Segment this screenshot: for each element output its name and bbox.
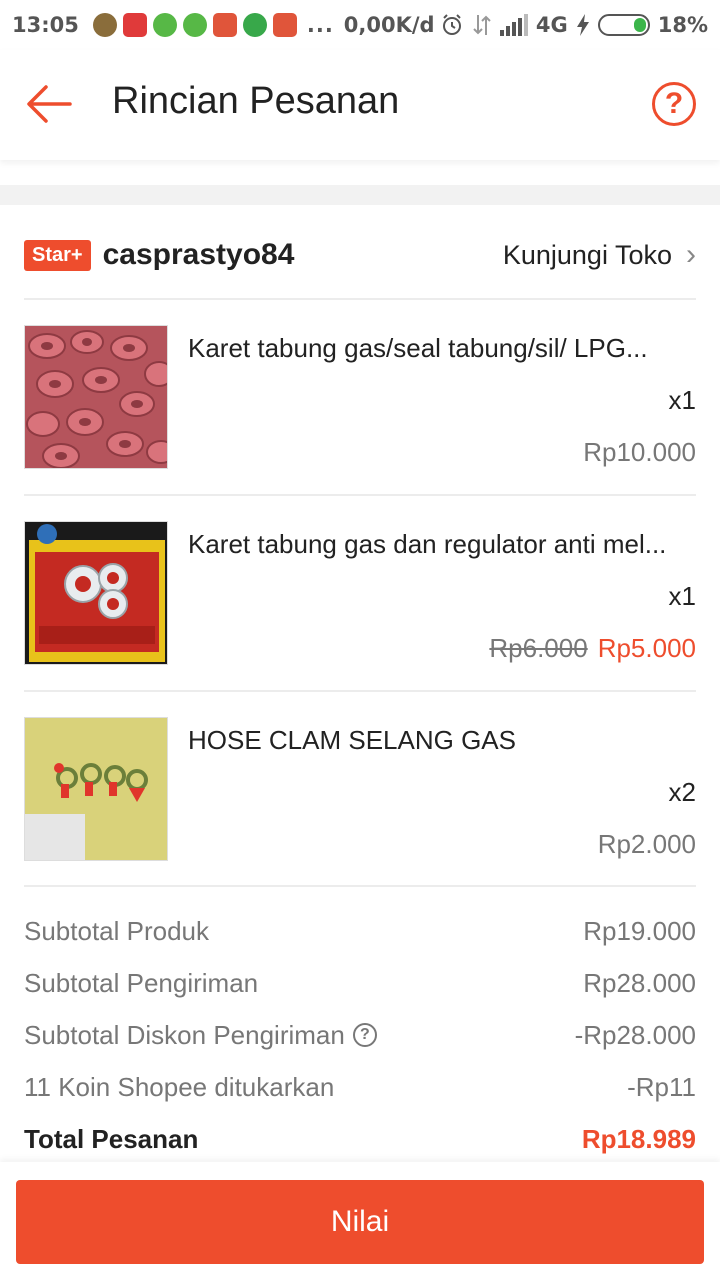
- order-item[interactable]: HOSE CLAM SELANG GAS x2 Rp2.000: [24, 717, 696, 887]
- product-quantity: x2: [668, 777, 696, 807]
- order-total-row: Total Pesanan Rp18.989: [24, 1119, 696, 1159]
- page-title: Rincian Pesanan: [112, 80, 400, 122]
- shop-name: casprastyo84: [102, 238, 295, 271]
- product-price: Rp2.000: [597, 829, 696, 859]
- status-bar: 13:05 ... 0,00K/d 4G 18%: [0, 0, 720, 50]
- subtotal-shipping-row: Subtotal Pengiriman Rp28.000: [24, 963, 696, 1003]
- product-image: [24, 325, 168, 469]
- network-speed: 0,00K/d: [343, 13, 435, 37]
- arrow-left-icon: [27, 85, 72, 123]
- battery-percent: 18%: [657, 13, 708, 37]
- product-image: [24, 521, 168, 665]
- order-item[interactable]: Karet tabung gas dan regulator anti mel.…: [24, 521, 696, 691]
- chevron-right-icon: ›: [686, 238, 696, 271]
- battery-icon: [597, 14, 650, 36]
- order-total-label: Total Pesanan: [24, 1123, 199, 1154]
- back-button[interactable]: [24, 82, 74, 126]
- line-icon: [152, 13, 177, 37]
- shipping-discount-row: Subtotal Diskon Pengiriman ? -Rp28.000: [24, 1015, 696, 1055]
- subtotal-product-row: Subtotal Produk Rp19.000: [24, 911, 696, 951]
- avatar-icon: [92, 13, 117, 37]
- more-notifications-indicator: ...: [306, 13, 334, 37]
- product-quantity: x1: [668, 385, 696, 415]
- whatsapp-icon: [242, 13, 267, 37]
- order-item[interactable]: Karet tabung gas/seal tabung/sil/ LPG...…: [24, 325, 696, 495]
- product-discounted-price: Rp5.000: [597, 633, 696, 663]
- coins-redeemed-label: 11 Koin Shopee ditukarkan: [24, 1071, 335, 1102]
- product-price-block: Rp6.000 Rp5.000: [489, 633, 696, 664]
- coins-redeemed-row: 11 Koin Shopee ditukarkan -Rp11: [24, 1067, 696, 1107]
- subtotal-shipping-label: Subtotal Pengiriman: [24, 967, 259, 998]
- shipping-discount-value: -Rp28.000: [574, 1019, 696, 1050]
- divider: [24, 885, 696, 887]
- shopee-icon: [272, 13, 297, 37]
- divider: [24, 298, 696, 300]
- signal-icon: [499, 14, 528, 36]
- order-total-value: Rp18.989: [581, 1123, 696, 1154]
- subtotal-shipping-value: Rp28.000: [583, 967, 696, 998]
- divider: [24, 690, 696, 692]
- shop-header: Star+ casprastyo84 Kunjungi Toko ›: [24, 225, 696, 285]
- section-separator: [0, 185, 720, 205]
- subtotal-product-label: Subtotal Produk: [24, 915, 210, 946]
- product-quantity: x1: [668, 581, 696, 611]
- product-image: [24, 717, 168, 861]
- shopback-icon: [122, 13, 147, 37]
- product-name: Karet tabung gas dan regulator anti mel.…: [188, 529, 667, 559]
- rate-button[interactable]: Nilai: [16, 1180, 704, 1264]
- coins-redeemed-value: -Rp11: [627, 1071, 696, 1102]
- network-type: 4G: [535, 13, 568, 37]
- product-price: Rp10.000: [583, 437, 696, 467]
- product-original-price: Rp6.000: [489, 633, 588, 663]
- product-name: Karet tabung gas/seal tabung/sil/ LPG...: [188, 333, 648, 363]
- star-plus-badge: Star+: [24, 239, 91, 271]
- info-icon[interactable]: ?: [352, 1023, 377, 1047]
- charging-icon: [576, 14, 589, 36]
- status-time: 13:05: [12, 13, 79, 37]
- visit-shop-label: Kunjungi Toko: [502, 239, 672, 270]
- visit-shop-link[interactable]: Kunjungi Toko ›: [503, 238, 696, 272]
- bottom-action-bar: Nilai: [0, 1162, 720, 1280]
- app-header: Rincian Pesanan ?: [0, 50, 720, 160]
- divider: [24, 494, 696, 496]
- alarm-icon: [442, 14, 461, 35]
- subtotal-product-value: Rp19.000: [583, 915, 696, 946]
- shipping-discount-label: Subtotal Diskon Pengiriman: [24, 1019, 345, 1050]
- product-name: HOSE CLAM SELANG GAS: [188, 725, 516, 755]
- line-icon: [182, 13, 207, 37]
- data-transfer-icon: [473, 15, 491, 35]
- shopee-icon: [212, 13, 237, 37]
- help-button[interactable]: ?: [652, 82, 696, 126]
